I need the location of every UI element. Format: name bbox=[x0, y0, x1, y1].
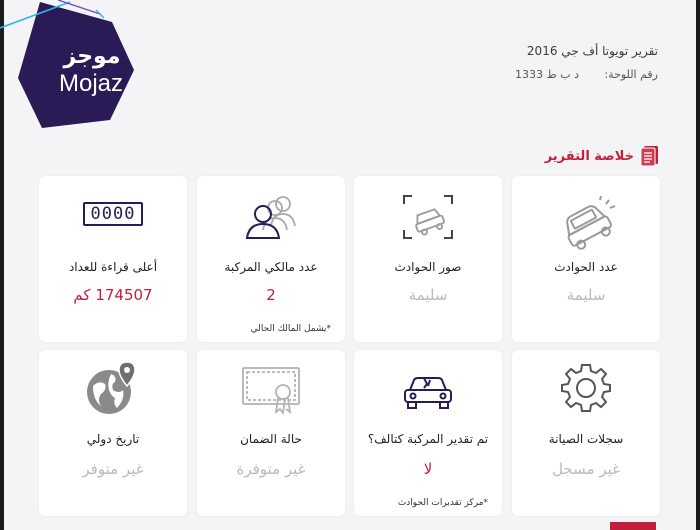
card-label: أعلى قراءة للعداد bbox=[68, 260, 158, 274]
card-odometer[interactable]: 0000 أعلى قراءة للعداد 174507 كم bbox=[39, 176, 187, 342]
card-label: عدد مالكي المركبة bbox=[224, 260, 318, 274]
globe-location-icon bbox=[87, 361, 136, 414]
accident-photo-icon bbox=[403, 195, 453, 239]
card-label: صور الحوادث bbox=[394, 260, 462, 274]
summary-title: خلاصة التقرير bbox=[544, 148, 634, 164]
warranty-certificate-icon bbox=[242, 367, 300, 416]
crashed-car-icon bbox=[566, 196, 616, 250]
summary-heading: خلاصة التقرير bbox=[545, 145, 660, 167]
right-edge bbox=[696, 0, 700, 530]
card-note: *مركز تقديرات الحوادث bbox=[397, 498, 488, 508]
card-value: غير متوفرة bbox=[236, 460, 306, 478]
card-label: تاريخ دولي bbox=[86, 432, 140, 446]
card-value: 174507 كم bbox=[73, 286, 153, 304]
card-value: غير مسجل bbox=[552, 460, 620, 478]
card-value: سليمة bbox=[408, 286, 448, 304]
mojaz-logo: موجز Mojaz bbox=[0, 0, 140, 130]
report-document-icon bbox=[640, 146, 658, 167]
report-title: تقرير تويوتا أف جي 2016 bbox=[526, 44, 658, 58]
gear-icon bbox=[561, 364, 611, 412]
card-value: 2 bbox=[266, 286, 276, 304]
report-page: موجز Mojaz تقرير تويوتا أف جي 2016 رقم ا… bbox=[0, 0, 700, 530]
logo-english-text: Mojaz bbox=[58, 70, 124, 97]
odometer-digits: 0000 bbox=[90, 204, 136, 224]
card-label: حالة الضمان bbox=[240, 432, 302, 446]
card-accident-photos[interactable]: صور الحوادث سليمة bbox=[354, 176, 502, 342]
card-label: عدد الحوادث bbox=[554, 260, 618, 274]
card-label: سجلات الصيانة bbox=[548, 432, 624, 446]
card-value: لا bbox=[423, 460, 433, 478]
card-label: تم تقدير المركبة كتالف؟ bbox=[367, 432, 489, 446]
odometer-icon: 0000 bbox=[83, 202, 143, 226]
bottom-badge bbox=[610, 522, 656, 530]
plate-row: رقم اللوحة: د ب ط 1333 bbox=[515, 68, 658, 81]
card-value: سليمة bbox=[566, 286, 606, 304]
card-international-history[interactable]: تاريخ دولي غير متوفر bbox=[39, 350, 187, 516]
card-value: غير متوفر bbox=[82, 460, 144, 478]
card-maintenance-records[interactable]: سجلات الصيانة غير مسجل bbox=[512, 350, 660, 516]
logo-arabic-text: موجز bbox=[63, 44, 121, 69]
damaged-car-icon bbox=[404, 377, 452, 409]
card-note: *يشمل المالك الحالي bbox=[250, 324, 331, 334]
owners-icon bbox=[245, 196, 296, 239]
plate-value: د ب ط 1333 bbox=[515, 68, 579, 81]
card-owners-count[interactable]: عدد مالكي المركبة 2 *يشمل المالك الحالي bbox=[197, 176, 345, 342]
card-warranty-status[interactable]: حالة الضمان غير متوفرة bbox=[197, 350, 345, 516]
card-accidents-count[interactable]: عدد الحوادث سليمة bbox=[512, 176, 660, 342]
card-total-loss[interactable]: تم تقدير المركبة كتالف؟ لا *مركز تقديرات… bbox=[354, 350, 502, 516]
plate-label: رقم اللوحة: bbox=[604, 68, 658, 81]
